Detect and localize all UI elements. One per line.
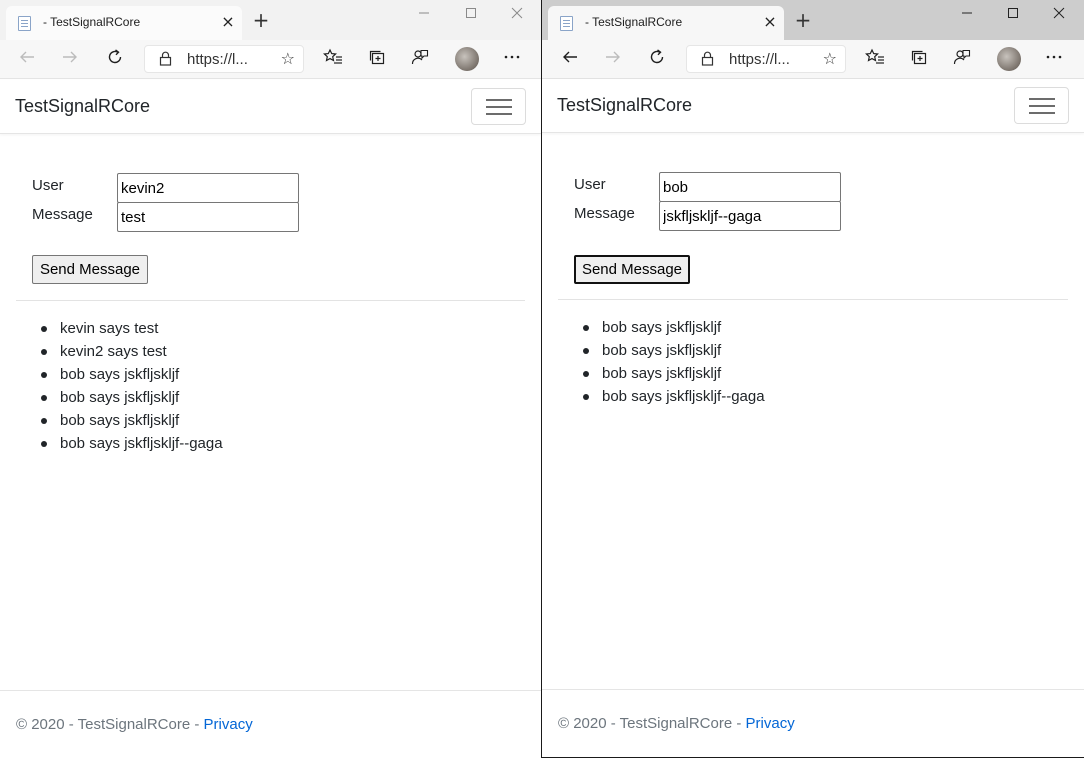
user-label: User [32,177,64,194]
refresh-icon[interactable] [103,48,127,72]
footer-text: © 2020 - TestSignalRCore - Privacy [558,715,795,732]
site-footer: © 2020 - TestSignalRCore - Privacy [0,690,541,758]
tab-strip: - TestSignalRCore × + [0,0,541,40]
privacy-link[interactable]: Privacy [746,715,795,732]
back-arrow-icon[interactable] [15,48,39,72]
browser-window-left: - TestSignalRCore × + https://l... ☆ Tes… [0,0,541,758]
copyright-text: © 2020 - TestSignalRCore - [558,715,746,732]
favorites-icon[interactable] [321,48,345,72]
star-icon[interactable]: ☆ [281,49,295,68]
messages-list: kevin says test kevin2 says test bob say… [41,317,223,455]
back-arrow-icon[interactable] [558,48,582,72]
maximize-icon[interactable] [457,4,485,26]
minimize-icon[interactable] [410,4,438,26]
web-page: TestSignalRCore User Message Send Messag… [542,79,1084,757]
tab-close-button[interactable]: × [220,14,236,30]
brand-link[interactable]: TestSignalRCore [557,95,692,116]
list-item: kevin2 says test [41,340,223,363]
list-item: bob says jskfljskljf [583,362,765,385]
browser-tab[interactable]: - TestSignalRCore × [548,6,784,40]
brand-link[interactable]: TestSignalRCore [15,96,150,117]
list-item: bob says jskfljskljf [583,316,765,339]
web-page: TestSignalRCore User Message Send Messag… [0,80,541,758]
message-label: Message [574,205,635,222]
address-text: https://l... [187,51,248,68]
address-bar[interactable]: https://l... ☆ [686,45,846,73]
user-input[interactable] [659,172,841,202]
close-icon[interactable] [1045,4,1073,26]
lock-icon[interactable] [699,51,715,67]
collections-icon[interactable] [907,48,931,72]
site-navbar: TestSignalRCore [0,80,541,134]
page-favicon-icon [18,16,31,31]
forward-arrow-icon[interactable] [58,48,82,72]
copyright-text: © 2020 - TestSignalRCore - [16,716,204,733]
list-item: kevin says test [41,317,223,340]
menu-toggle-button[interactable] [471,88,526,125]
list-item: bob says jskfljskljf--gaga [41,432,223,455]
avatar[interactable] [997,47,1021,71]
divider [558,299,1068,300]
send-message-button[interactable]: Send Message [32,255,148,284]
list-item: bob says jskfljskljf [41,386,223,409]
new-tab-button[interactable]: + [250,9,272,31]
star-icon[interactable]: ☆ [823,49,837,68]
avatar[interactable] [455,47,479,71]
address-bar[interactable]: https://l... ☆ [144,45,304,73]
browser-toolbar: https://l... ☆ [542,40,1084,79]
browser-toolbar: https://l... ☆ [0,40,541,79]
browser-tab[interactable]: - TestSignalRCore × [6,6,242,40]
site-navbar: TestSignalRCore [542,79,1084,133]
more-icon[interactable] [500,48,524,72]
list-item: bob says jskfljskljf [41,363,223,386]
favorites-icon[interactable] [863,48,887,72]
new-tab-button[interactable]: + [792,9,814,31]
page-favicon-icon [560,16,573,31]
close-icon[interactable] [503,4,531,26]
list-item: bob says jskfljskljf--gaga [583,385,765,408]
list-item: bob says jskfljskljf [583,339,765,362]
tab-close-button[interactable]: × [762,14,778,30]
divider [16,300,525,301]
menu-toggle-button[interactable] [1014,87,1069,124]
feedback-icon[interactable] [408,48,432,72]
browser-window-right: - TestSignalRCore × + https://l... ☆ Tes… [541,0,1084,758]
message-input[interactable] [659,201,841,231]
forward-arrow-icon[interactable] [601,48,625,72]
user-input[interactable] [117,173,299,203]
tab-title: - TestSignalRCore [585,15,683,29]
user-label: User [574,176,606,193]
message-input[interactable] [117,202,299,232]
maximize-icon[interactable] [999,4,1027,26]
privacy-link[interactable]: Privacy [204,716,253,733]
feedback-icon[interactable] [950,48,974,72]
footer-text: © 2020 - TestSignalRCore - Privacy [16,716,253,733]
more-icon[interactable] [1042,48,1066,72]
list-item: bob says jskfljskljf [41,409,223,432]
refresh-icon[interactable] [645,48,669,72]
messages-list: bob says jskfljskljf bob says jskfljsklj… [583,316,765,408]
site-footer: © 2020 - TestSignalRCore - Privacy [542,689,1084,757]
lock-icon[interactable] [157,51,173,67]
collections-icon[interactable] [365,48,389,72]
minimize-icon[interactable] [953,4,981,26]
send-message-button[interactable]: Send Message [574,255,690,284]
address-text: https://l... [729,51,790,68]
tab-strip: - TestSignalRCore × + [542,0,1084,40]
message-label: Message [32,206,93,223]
tab-title: - TestSignalRCore [43,15,141,29]
